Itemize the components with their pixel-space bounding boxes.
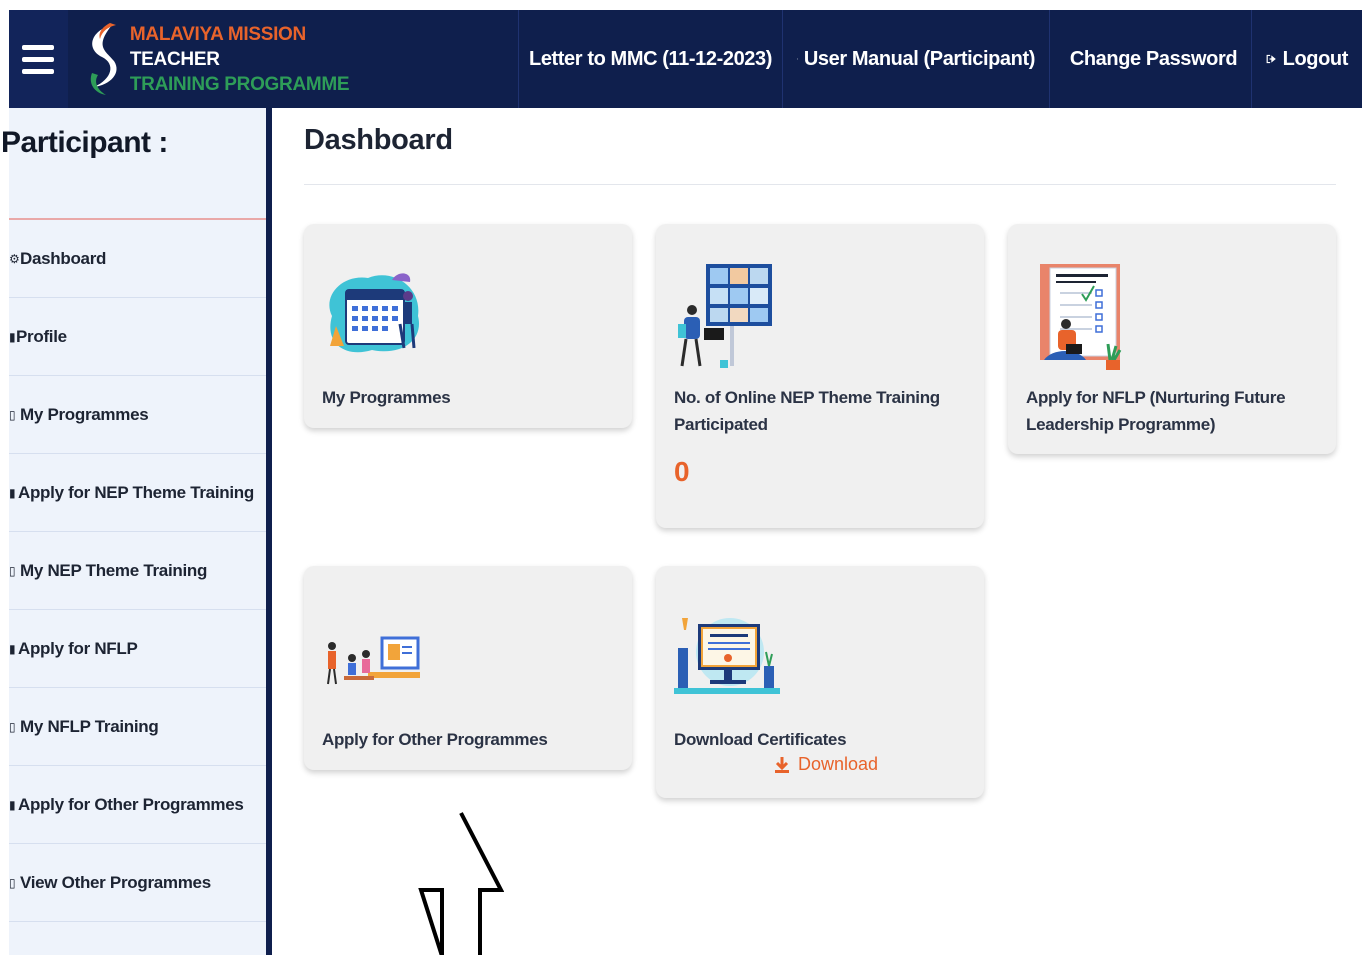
mmttp-logo-icon <box>90 23 117 95</box>
card-download-certificates[interactable]: Download Certificates Download <box>656 566 984 798</box>
sidebar-item-label: My NFLP Training <box>20 716 159 736</box>
checklist-illustration-icon <box>1040 264 1122 370</box>
user-icon: ▮ <box>9 329 16 344</box>
list-icon: ▯ <box>9 563 16 578</box>
download-label: Download <box>798 754 879 774</box>
sidebar-item-label: Apply for NEP Theme Training <box>18 482 254 502</box>
brand-logo[interactable]: MALAVIYA MISSION TEACHER TRAINING PROGRA… <box>68 10 519 108</box>
main-content: Dashboard My Programmes No. of Online NE… <box>278 108 1362 955</box>
video-conference-illustration-icon <box>678 264 772 368</box>
sidebar-item-label: View Other Programmes <box>20 872 211 892</box>
card-my-programmes[interactable]: My Programmes <box>304 224 632 428</box>
card-apply-other-programmes[interactable]: Apply for Other Programmes <box>304 566 632 770</box>
sidebar-item-label: Dashboard <box>20 248 107 268</box>
participant-header: Participant : <box>1 108 266 220</box>
sidebar-item-view-other[interactable]: ▯ View Other Programmes <box>9 844 266 922</box>
logout-link[interactable]: Logout <box>1252 10 1362 108</box>
card-label-line-1: Apply for NFLP (Nurturing Future <box>1026 388 1286 407</box>
edit-icon: ▮ <box>9 641 16 656</box>
letter-to-mmc-label: Letter to MMC (11-12-2023) <box>529 47 772 70</box>
change-password-link[interactable]: Change Password <box>1050 10 1252 108</box>
nep-training-count: 0 <box>674 456 690 487</box>
sidebar-item-apply-nflp[interactable]: ▮ Apply for NFLP <box>9 610 266 688</box>
brand-line-2: TEACHER <box>129 48 220 70</box>
pointer-arrow-icon <box>418 812 504 955</box>
hamburger-icon-bar <box>22 56 55 62</box>
sidebar-item-profile[interactable]: ▮ Profile <box>9 298 266 376</box>
sidebar-item-my-nep[interactable]: ▯ My NEP Theme Training <box>9 532 266 610</box>
card-label: My Programmes <box>322 388 451 407</box>
sidebar: Participant : ⚙ Dashboard ▮ Profile ▯ My… <box>1 108 272 955</box>
title-divider <box>304 184 1336 185</box>
list-icon: ▯ <box>9 407 16 422</box>
dashboard-icon: ⚙ <box>9 251 20 266</box>
list-icon: ▯ <box>9 719 16 734</box>
card-nep-training-count[interactable]: No. of Online NEP Theme Training Partici… <box>656 224 984 528</box>
hamburger-icon-bar <box>22 44 55 50</box>
sidebar-item-apply-other[interactable]: ▮ Apply for Other Programmes <box>9 766 266 844</box>
card-label: Download Certificates <box>674 730 847 749</box>
card-label-line-2: Participated <box>674 415 768 434</box>
letter-to-mmc-link[interactable]: Letter to MMC (11-12-2023) <box>519 10 783 108</box>
page-title: Dashboard <box>304 124 453 156</box>
edit-icon: ▮ <box>9 485 16 500</box>
list-icon: ▯ <box>9 875 16 890</box>
card-label: Apply for Other Programmes <box>322 730 548 749</box>
card-label-line-1: No. of Online NEP Theme Training <box>674 388 940 407</box>
sidebar-item-my-programmes[interactable]: ▯ My Programmes <box>9 376 266 454</box>
top-navbar: MALAVIYA MISSION TEACHER TRAINING PROGRA… <box>9 10 1362 108</box>
menu-toggle-button[interactable] <box>9 10 68 108</box>
edit-icon: ▮ <box>9 797 16 812</box>
sidebar-item-label: Profile <box>16 326 67 346</box>
calendar-illustration-icon <box>329 273 419 353</box>
user-manual-label: User Manual (Participant) <box>803 47 1036 70</box>
logout-icon <box>1266 54 1276 64</box>
hamburger-icon-bar <box>22 68 55 74</box>
sidebar-item-label: My Programmes <box>20 404 149 424</box>
sidebar-item-apply-nep[interactable]: ▮ Apply for NEP Theme Training <box>9 454 266 532</box>
change-password-label: Change Password <box>1069 47 1238 70</box>
brand-line-3: TRAINING PROGRAMME <box>129 73 350 95</box>
participant-label: Participant : <box>1 126 168 159</box>
sidebar-item-label: Apply for NFLP <box>18 638 138 658</box>
brand-line-1: MALAVIYA MISSION <box>129 23 306 45</box>
top-nav-links: Letter to MMC (11-12-2023) User Manual (… <box>519 10 1362 108</box>
logout-label: Logout <box>1282 47 1349 70</box>
sidebar-item-dashboard[interactable]: ⚙ Dashboard <box>9 220 266 298</box>
download-certificates-link[interactable]: Download <box>774 754 878 775</box>
download-icon <box>775 756 789 773</box>
sidebar-item-label: Apply for Other Programmes <box>18 794 244 814</box>
sidebar-item-my-nflp[interactable]: ▯ My NFLP Training <box>9 688 266 766</box>
user-manual-link[interactable]: User Manual (Participant) <box>783 10 1050 108</box>
book-icon <box>797 58 798 60</box>
certificate-monitor-illustration-icon <box>674 618 780 694</box>
card-label-line-2: Leadership Programme) <box>1026 415 1216 434</box>
sidebar-item-label: My NEP Theme Training <box>20 560 208 580</box>
classroom-illustration-icon <box>327 636 420 685</box>
card-apply-nflp[interactable]: Apply for NFLP (Nurturing Future Leaders… <box>1008 224 1336 454</box>
